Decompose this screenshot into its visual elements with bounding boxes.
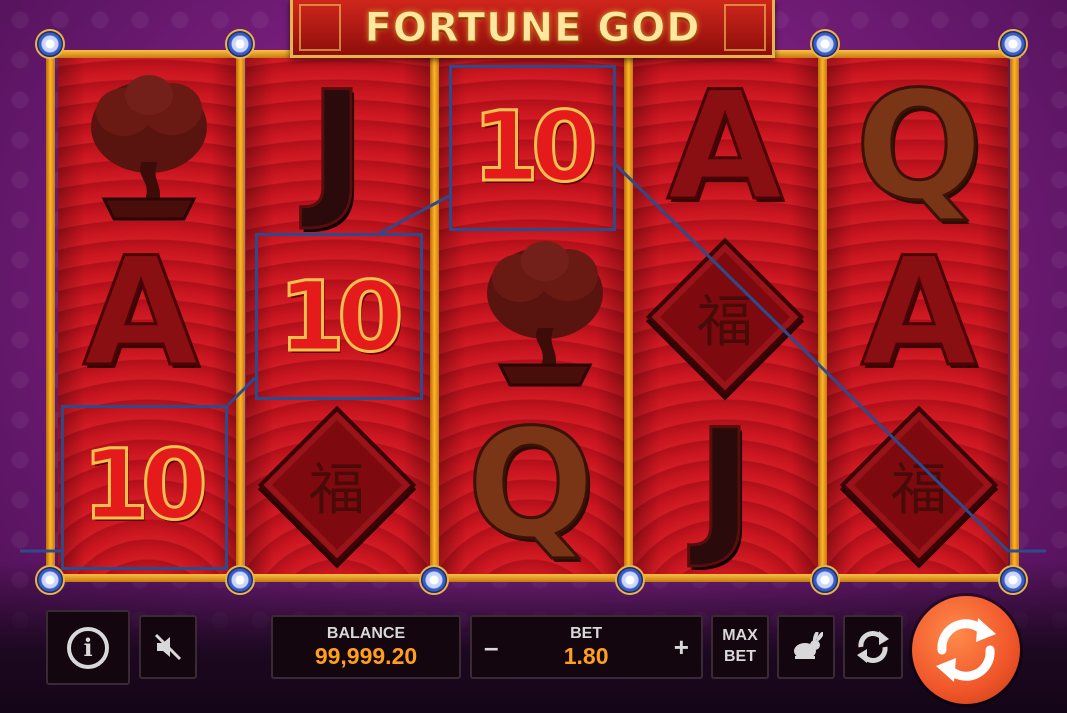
payline-path bbox=[226, 376, 257, 407]
payline-path bbox=[614, 163, 1046, 553]
payline bbox=[20, 163, 1046, 553]
payline-path bbox=[379, 194, 450, 235]
